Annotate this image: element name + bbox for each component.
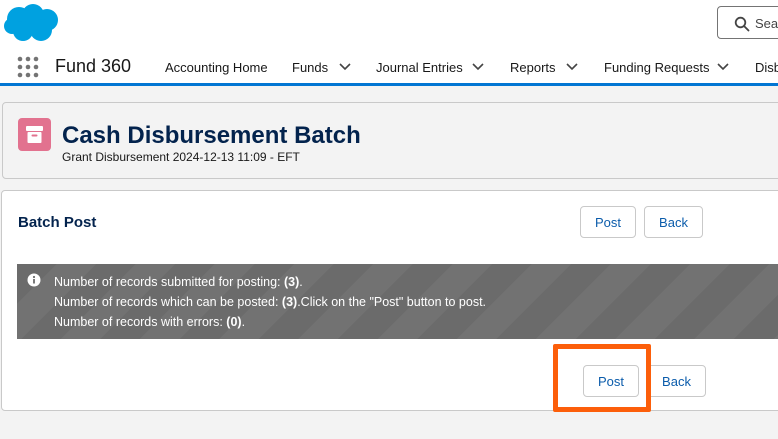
back-button-top[interactable]: Back bbox=[644, 206, 703, 238]
page-subtitle: Grant Disbursement 2024-12-13 11:09 - EF… bbox=[62, 150, 300, 164]
record-page-header: Cash Disbursement Batch Grant Disburseme… bbox=[2, 102, 778, 179]
search-icon bbox=[734, 16, 750, 32]
search-placeholder: Sear bbox=[755, 16, 778, 31]
object-icon bbox=[18, 118, 51, 151]
chevron-down-icon[interactable] bbox=[566, 62, 578, 72]
nav-item-funds[interactable]: Funds bbox=[292, 60, 328, 75]
salesforce-logo-icon[interactable] bbox=[3, 3, 61, 43]
post-button-bottom[interactable]: Post bbox=[583, 365, 639, 397]
post-button-top[interactable]: Post bbox=[580, 206, 636, 238]
global-header: Sear bbox=[0, 0, 778, 50]
info-message-box: Number of records submitted for posting:… bbox=[17, 264, 778, 339]
page-title: Cash Disbursement Batch bbox=[62, 122, 361, 149]
app-nav-bar: Fund 360 Accounting Home Funds Journal E… bbox=[0, 50, 778, 86]
batch-post-card: Batch Post Post Back Number of records s… bbox=[1, 190, 778, 411]
archive-box-icon bbox=[26, 126, 43, 143]
chevron-down-icon[interactable] bbox=[717, 62, 729, 72]
nav-item-journal-entries[interactable]: Journal Entries bbox=[376, 60, 463, 75]
info-line-submitted: Number of records submitted for posting:… bbox=[54, 275, 303, 289]
chevron-down-icon[interactable] bbox=[339, 62, 351, 72]
nav-item-disbursements[interactable]: Disb bbox=[755, 60, 778, 75]
info-line-errors: Number of records with errors: (0). bbox=[54, 315, 246, 329]
app-name: Fund 360 bbox=[55, 56, 132, 76]
app-launcher-icon[interactable] bbox=[17, 56, 39, 78]
global-search-input[interactable]: Sear bbox=[717, 6, 778, 39]
back-button-bottom[interactable]: Back bbox=[647, 365, 706, 397]
info-line-postable: Number of records which can be posted: (… bbox=[54, 295, 487, 309]
info-icon bbox=[27, 273, 41, 287]
chevron-down-icon[interactable] bbox=[472, 62, 484, 72]
nav-item-accounting-home[interactable]: Accounting Home bbox=[165, 60, 268, 75]
nav-item-funding-requests[interactable]: Funding Requests bbox=[604, 60, 710, 75]
card-title: Batch Post bbox=[18, 214, 97, 231]
nav-item-reports[interactable]: Reports bbox=[510, 60, 556, 75]
